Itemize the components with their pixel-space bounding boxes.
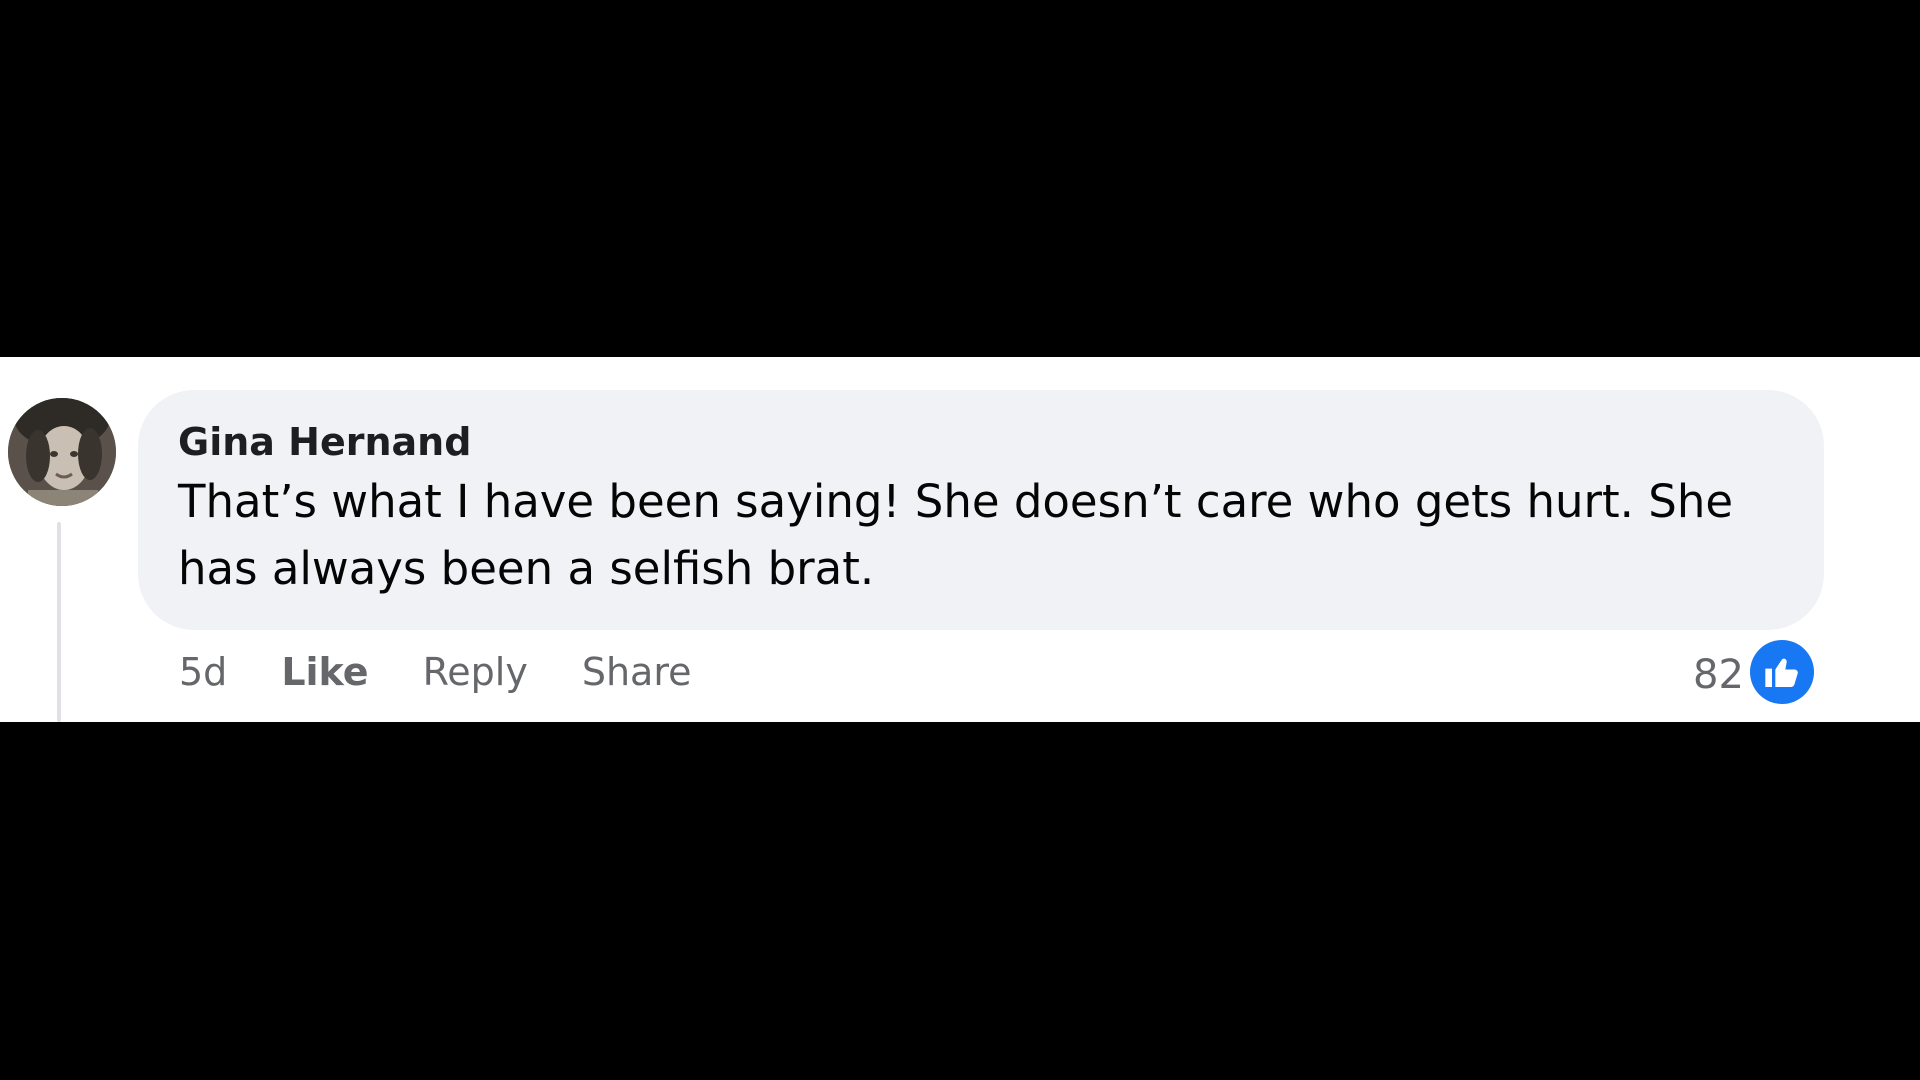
- like-button[interactable]: Like: [281, 650, 368, 694]
- reaction-count: 82: [1693, 652, 1744, 698]
- comment-author[interactable]: Gina Hernand: [178, 420, 471, 464]
- comment-timestamp[interactable]: 5d: [179, 650, 227, 694]
- comment-actions: 5d Like Reply Share: [179, 647, 746, 697]
- comment-bubble: Gina Hernand That’s what I have been say…: [138, 390, 1824, 630]
- avatar[interactable]: [8, 398, 116, 506]
- reaction-summary[interactable]: 82: [1693, 640, 1814, 704]
- thumbs-up-icon: [1765, 658, 1798, 687]
- share-button[interactable]: Share: [582, 650, 692, 694]
- like-badge: [1749, 640, 1814, 704]
- thread-line: [57, 522, 61, 722]
- letterbox-top: [0, 0, 1920, 357]
- reply-button[interactable]: Reply: [423, 650, 528, 694]
- comment-text: That’s what I have been saying! She does…: [178, 475, 1734, 595]
- letterbox-bottom: [0, 722, 1920, 1080]
- profile-photo-icon: [8, 398, 116, 506]
